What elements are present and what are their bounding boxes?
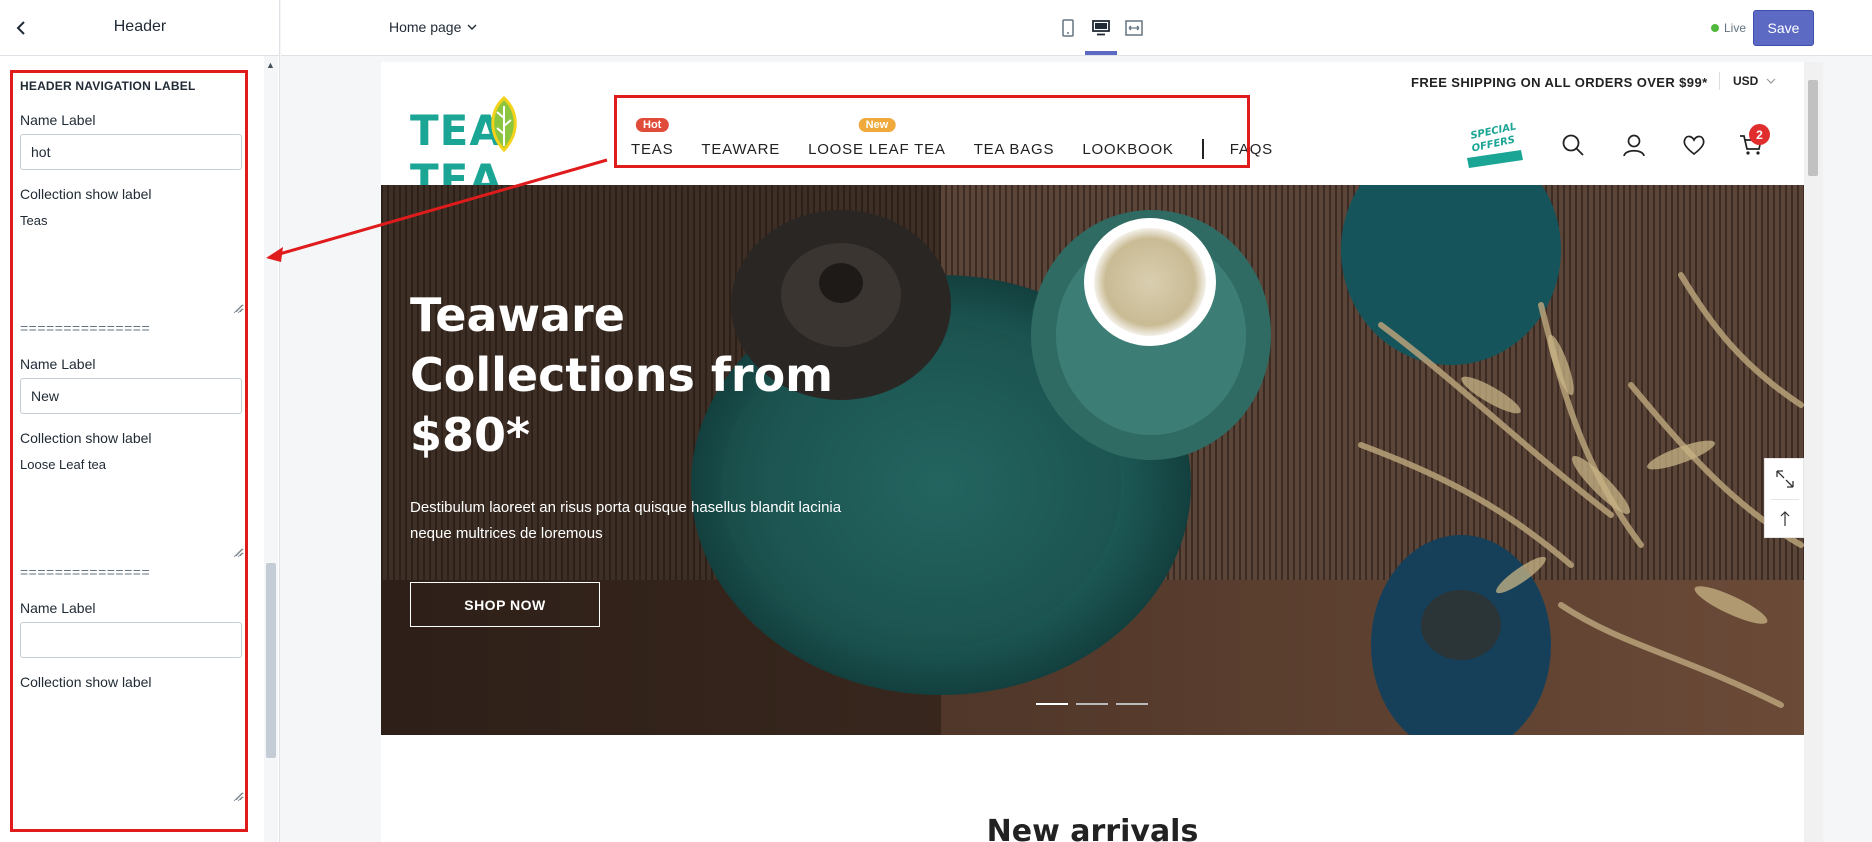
nav-label: TEA BAGS bbox=[973, 140, 1055, 158]
sidebar-title: Header bbox=[113, 18, 167, 35]
section-heading: New arrivals bbox=[986, 814, 1199, 842]
wishlist-heart-icon[interactable] bbox=[1681, 132, 1707, 158]
section-title: HEADER NAVIGATION LABEL bbox=[20, 79, 196, 93]
collection-label-1: Collection show label bbox=[20, 186, 152, 202]
nav-divider bbox=[1201, 139, 1204, 159]
slide-dot[interactable] bbox=[1076, 703, 1108, 705]
name-label-2: Name Label bbox=[20, 356, 96, 372]
nav-item-tea-bags[interactable]: TEA BAGS bbox=[974, 141, 1055, 158]
leaf-logo-icon bbox=[491, 95, 517, 153]
separator-1: =============== bbox=[20, 320, 151, 336]
desktop-view-icon[interactable] bbox=[1089, 16, 1113, 40]
chevron-down-icon bbox=[467, 24, 477, 30]
resize-grip-icon[interactable] bbox=[233, 792, 243, 802]
separator-2: =============== bbox=[20, 564, 151, 580]
nav-item-loose-leaf-tea[interactable]: New LOOSE LEAF TEA bbox=[808, 117, 946, 158]
hero-description: Destibulum laoreet an risus porta quisqu… bbox=[410, 499, 842, 542]
nav-label: TEAS bbox=[631, 140, 674, 158]
slide-dot-active[interactable] bbox=[1036, 703, 1068, 705]
scroll-to-top-icon[interactable] bbox=[1775, 509, 1795, 529]
save-button[interactable]: Save bbox=[1753, 10, 1814, 46]
chevron-down-icon bbox=[1766, 78, 1776, 84]
nav-label: LOOSE LEAF TEA bbox=[808, 140, 946, 158]
expand-icon[interactable] bbox=[1775, 469, 1795, 489]
nav-item-faqs[interactable]: FAQS bbox=[1230, 141, 1273, 158]
store-logo[interactable]: TEA TEA bbox=[410, 95, 605, 204]
sidebar-settings: HEADER NAVIGATION LABEL Name Label Colle… bbox=[0, 56, 280, 842]
theme-editor-sidebar: Header HEADER NAVIGATION LABEL Name Labe… bbox=[0, 0, 280, 842]
live-status: Live bbox=[1711, 21, 1746, 35]
user-account-icon[interactable] bbox=[1621, 132, 1647, 158]
page-selector[interactable]: Home page bbox=[389, 19, 477, 35]
nav-item-lookbook[interactable]: LOOKBOOK bbox=[1082, 141, 1173, 158]
nav-badge-hot: Hot bbox=[636, 117, 669, 132]
collection-textarea-3[interactable] bbox=[20, 701, 244, 801]
name-label-3: Name Label bbox=[20, 600, 96, 616]
cart-count-badge: 2 bbox=[1749, 124, 1770, 145]
floating-tools bbox=[1764, 458, 1804, 538]
preview-scrollbar-thumb[interactable] bbox=[1808, 80, 1818, 176]
sidebar-header: Header bbox=[0, 0, 280, 56]
live-label: Live bbox=[1724, 21, 1747, 35]
active-device-indicator bbox=[1085, 51, 1117, 55]
live-dot-icon bbox=[1711, 24, 1719, 32]
name-input-1[interactable] bbox=[20, 134, 242, 170]
resize-grip-icon[interactable] bbox=[233, 548, 243, 558]
nav-label: FAQS bbox=[1229, 140, 1273, 158]
currency-selector[interactable]: USD bbox=[1733, 74, 1776, 88]
shipping-banner: FREE SHIPPING ON ALL ORDERS OVER $99* bbox=[1411, 75, 1708, 90]
main-navigation: Hot TEAS TEAWARE New LOOSE LEAF TEA TEA … bbox=[631, 117, 1301, 159]
preview-scrollbar-track[interactable] bbox=[1804, 62, 1823, 842]
editor-toolbar: Home page Live Save bbox=[281, 0, 1872, 56]
resize-grip-icon[interactable] bbox=[233, 304, 243, 314]
hero-slideshow: Teaware Collections from $80* Destibulum… bbox=[381, 185, 1804, 735]
name-input-3[interactable] bbox=[20, 622, 242, 658]
nav-item-teas[interactable]: Hot TEAS bbox=[631, 117, 674, 158]
scroll-up-arrow-icon[interactable]: ▲ bbox=[266, 60, 275, 70]
sidebar-scrollbar-thumb[interactable] bbox=[266, 563, 276, 758]
name-input-2[interactable] bbox=[20, 378, 242, 414]
slide-dot[interactable] bbox=[1116, 703, 1148, 705]
collection-label-2: Collection show label bbox=[20, 430, 152, 446]
nav-item-teaware[interactable]: TEAWARE bbox=[701, 141, 780, 158]
collection-textarea-2[interactable]: Loose Leaf tea bbox=[20, 457, 244, 557]
storefront-preview: FREE SHIPPING ON ALL ORDERS OVER $99* US… bbox=[381, 62, 1823, 842]
shop-now-button[interactable]: SHOP NOW bbox=[410, 582, 600, 627]
currency-label: USD bbox=[1733, 74, 1759, 88]
page-selector-label: Home page bbox=[389, 19, 462, 35]
nav-badge-new: New bbox=[858, 117, 896, 132]
search-icon[interactable] bbox=[1560, 132, 1586, 158]
nav-label: LOOKBOOK bbox=[1082, 140, 1174, 158]
hero-title: Teaware Collections from $80* bbox=[410, 288, 834, 462]
mobile-view-icon[interactable] bbox=[1056, 16, 1080, 40]
name-label-1: Name Label bbox=[20, 112, 96, 128]
currency-divider bbox=[1719, 72, 1720, 90]
fullwidth-view-icon[interactable] bbox=[1122, 16, 1146, 40]
special-offers-badge[interactable]: SPECIAL OFFERS bbox=[1463, 120, 1525, 170]
collection-textarea-1[interactable]: Teas bbox=[20, 213, 244, 313]
nav-label: TEAWARE bbox=[701, 140, 781, 158]
collection-label-3: Collection show label bbox=[20, 674, 152, 690]
